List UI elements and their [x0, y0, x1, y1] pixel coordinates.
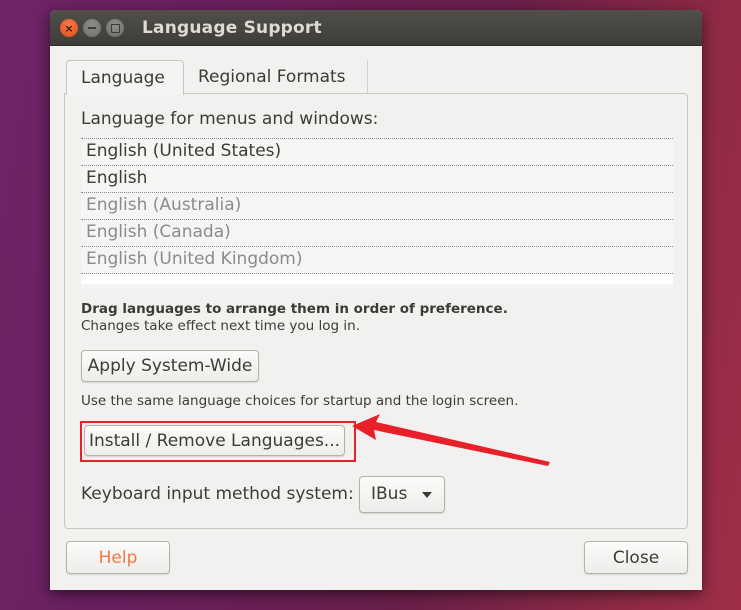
help-button[interactable]: Help [66, 541, 170, 574]
maximize-icon [110, 23, 120, 33]
annotation-arrow-icon [352, 414, 550, 466]
title-bar[interactable]: × Language Support [50, 10, 702, 46]
close-icon: × [64, 21, 74, 35]
window-minimize-button[interactable] [83, 19, 101, 37]
effect-hint: Changes take effect next time you log in… [81, 318, 360, 334]
language-tab-panel: Language for menus and windows: English … [64, 93, 688, 529]
tab-language[interactable]: Language [66, 60, 184, 95]
keyboard-input-label: Keyboard input method system: [81, 484, 354, 504]
language-list[interactable]: English (United States) English English … [81, 138, 673, 287]
language-support-window: × Language Support Language Regional For… [50, 10, 702, 590]
install-remove-languages-button[interactable]: Install / Remove Languages... [84, 425, 345, 456]
chevron-down-icon [422, 492, 432, 498]
keyboard-input-method-dropdown[interactable]: IBus [359, 476, 445, 513]
section-label: Language for menus and windows: [81, 109, 379, 129]
window-title: Language Support [142, 18, 322, 38]
apply-system-wide-button[interactable]: Apply System-Wide [81, 350, 259, 382]
window-close-button[interactable]: × [60, 19, 78, 37]
tab-regional-formats[interactable]: Regional Formats [184, 60, 368, 93]
language-list-item[interactable]: English (United Kingdom) [81, 247, 673, 274]
language-list-item[interactable]: English (United States) [81, 139, 673, 166]
drag-hint: Drag languages to arrange them in order … [81, 301, 508, 317]
dropdown-value: IBus [371, 484, 408, 504]
minimize-icon [88, 27, 96, 29]
apply-hint: Use the same language choices for startu… [81, 393, 519, 409]
language-list-item[interactable]: English [81, 166, 673, 193]
window-maximize-button[interactable] [106, 19, 124, 37]
language-list-item[interactable]: English (Canada) [81, 220, 673, 247]
close-button[interactable]: Close [584, 541, 688, 574]
language-list-item[interactable]: English (Australia) [81, 193, 673, 220]
list-empty-space [81, 274, 673, 284]
